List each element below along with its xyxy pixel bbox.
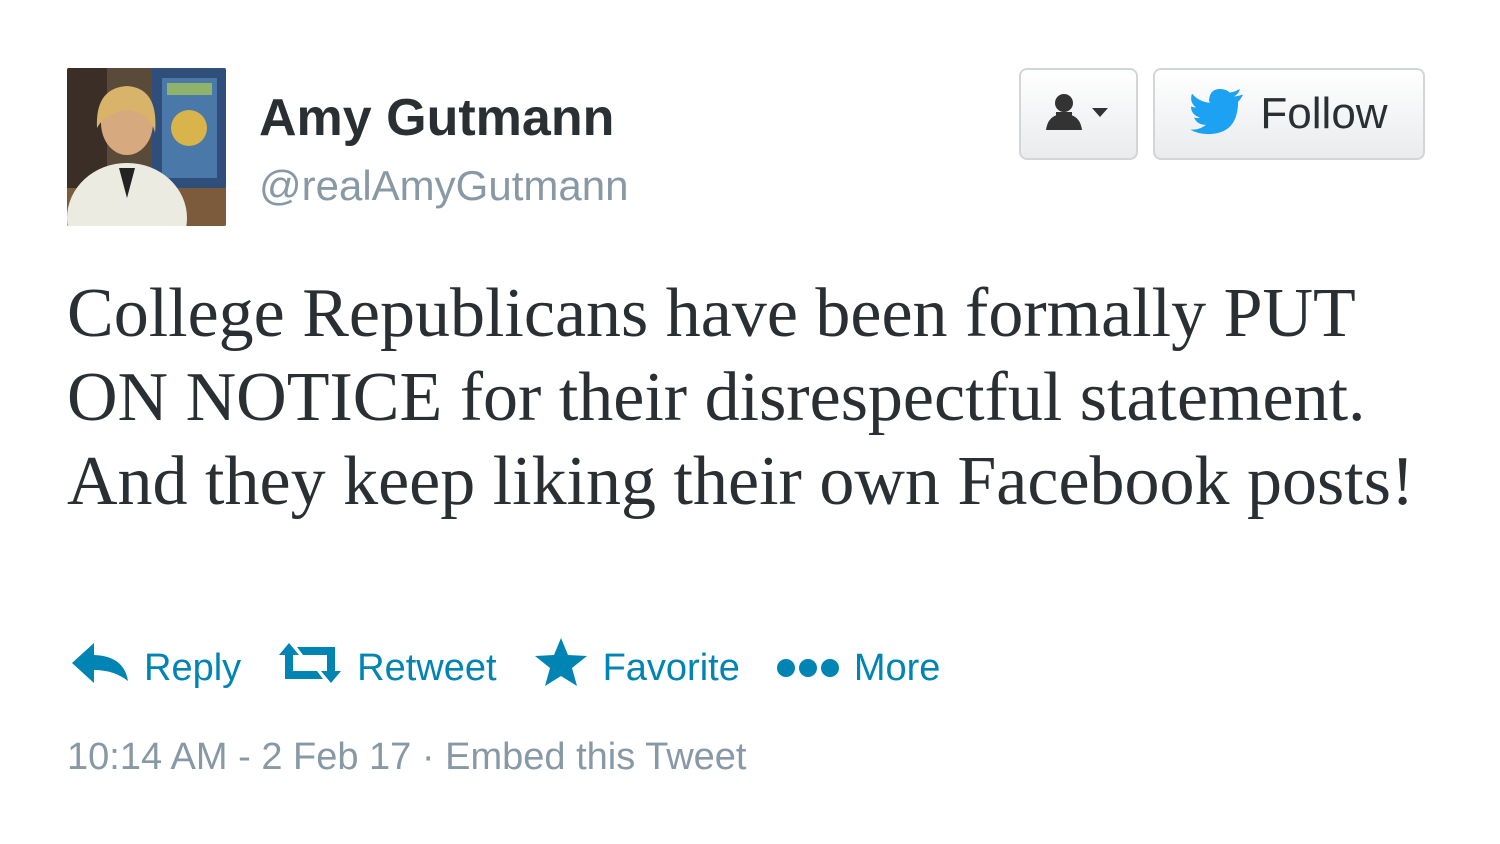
avatar[interactable] (67, 68, 226, 226)
follow-label: Follow (1260, 89, 1388, 138)
star-icon (533, 638, 603, 698)
retweet-action[interactable]: Retweet (277, 643, 497, 693)
retweet-label: Retweet (357, 646, 497, 689)
person-icon (1044, 92, 1114, 137)
timestamp[interactable]: 10:14 AM - 2 Feb 17 (67, 736, 411, 778)
reply-action[interactable]: Reply (72, 643, 241, 693)
twitter-bird-icon (1190, 88, 1244, 140)
favorite-label: Favorite (602, 646, 740, 689)
tweet-actions: Reply Retweet Favorite More (72, 632, 976, 704)
user-handle[interactable]: @realAmyGutmann (259, 162, 628, 210)
retweet-icon (277, 643, 357, 693)
tweet-text: College Republicans have been formally P… (67, 275, 1415, 520)
meta-separator: · (421, 736, 435, 778)
display-name[interactable]: Amy Gutmann (259, 88, 614, 148)
more-dots-icon (776, 647, 854, 690)
more-action[interactable]: More (776, 646, 941, 690)
favorite-action[interactable]: Favorite (533, 638, 740, 698)
more-label: More (853, 646, 941, 689)
tweet-meta: 10:14 AM - 2 Feb 17 · Embed this Tweet (67, 736, 746, 779)
reply-label: Reply (144, 646, 242, 689)
embed-tweet-link[interactable]: Embed this Tweet (445, 736, 746, 778)
reply-icon (72, 643, 144, 693)
follow-button[interactable]: Follow (1153, 68, 1425, 160)
user-actions-dropdown-button[interactable] (1019, 68, 1138, 160)
